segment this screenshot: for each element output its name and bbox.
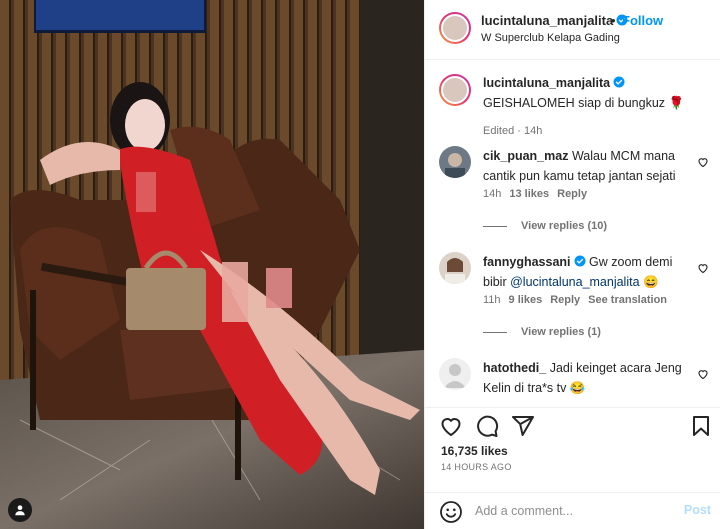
comment-emoji: 😄 bbox=[643, 275, 659, 289]
avatar[interactable] bbox=[439, 146, 471, 178]
verified-icon bbox=[613, 76, 625, 88]
caption-username[interactable]: lucintaluna_manjalita bbox=[483, 76, 610, 90]
like-comment-heart-icon[interactable] bbox=[697, 156, 709, 168]
follow-button[interactable]: Follow bbox=[622, 13, 663, 28]
post-actions: 16,735 likes 14 HOURS AGO bbox=[425, 407, 720, 492]
comments-list[interactable]: lucintaluna_manjalita GEISHALOMEH siap d… bbox=[425, 61, 720, 407]
post-timestamp: 14 HOURS AGO bbox=[441, 462, 512, 472]
post-author-username[interactable]: lucintaluna_manjalita bbox=[481, 13, 613, 28]
post-photo bbox=[0, 0, 424, 529]
comment-item: hatothedi_ Jadi keinget acara Jeng Kelin… bbox=[439, 358, 709, 402]
reply-button[interactable]: Reply bbox=[550, 294, 580, 306]
post-location[interactable]: W Superclub Kelapa Gading bbox=[481, 32, 620, 44]
comment-username[interactable]: fannyghassani bbox=[483, 255, 571, 269]
avatar[interactable] bbox=[439, 74, 471, 106]
tagged-user-icon[interactable] bbox=[8, 498, 32, 522]
likes-count[interactable]: 16,735 likes bbox=[441, 444, 508, 458]
comment-text: hatothedi_ Jadi keinget acara Jeng Kelin… bbox=[483, 358, 691, 398]
emoji-icon[interactable] bbox=[439, 500, 463, 524]
mention-link[interactable]: @lucintaluna_manjalita bbox=[510, 275, 639, 289]
post-author[interactable]: lucintaluna_manjalita bbox=[481, 13, 628, 28]
post-image bbox=[0, 0, 424, 529]
comment-username[interactable]: cik_puan_maz bbox=[483, 149, 568, 163]
comment-meta: 14h 13 likes Reply bbox=[483, 188, 595, 200]
see-translation-button[interactable]: See translation bbox=[588, 294, 667, 306]
view-replies-label[interactable]: View replies (1) bbox=[521, 326, 601, 338]
comment-username[interactable]: hatothedi_ bbox=[483, 361, 546, 375]
heart-icon[interactable] bbox=[439, 414, 463, 438]
like-comment-heart-icon[interactable] bbox=[697, 262, 709, 274]
avatar[interactable] bbox=[439, 358, 471, 390]
comment-time: 14h bbox=[483, 188, 502, 200]
like-comment-heart-icon[interactable] bbox=[697, 368, 709, 380]
comment-likes[interactable]: 9 likes bbox=[509, 294, 543, 306]
comment-item: fannyghassani Gw zoom demi bibir @lucint… bbox=[439, 252, 709, 342]
add-comment-bar: Post bbox=[425, 492, 720, 529]
bookmark-icon[interactable] bbox=[689, 414, 713, 438]
divider-line bbox=[483, 225, 507, 227]
comment-icon[interactable] bbox=[475, 414, 499, 438]
post-header: lucintaluna_manjalita • Follow W Supercl… bbox=[425, 0, 720, 60]
separator-dot: • bbox=[611, 13, 616, 28]
verified-icon bbox=[574, 255, 586, 267]
share-icon[interactable] bbox=[511, 414, 535, 438]
avatar[interactable] bbox=[439, 252, 471, 284]
view-replies-label[interactable]: View replies (10) bbox=[521, 220, 607, 232]
avatar[interactable] bbox=[439, 12, 471, 44]
view-replies-button[interactable]: View replies (10) bbox=[483, 220, 607, 232]
caption-text: GEISHALOMEH siap di bungkuz 🌹 bbox=[483, 96, 685, 110]
comment-item: cik_puan_maz Walau MCM mana cantik pun k… bbox=[439, 146, 709, 236]
divider-line bbox=[483, 331, 507, 333]
comment-likes[interactable]: 13 likes bbox=[509, 188, 549, 200]
comment-text: fannyghassani Gw zoom demi bibir @lucint… bbox=[483, 252, 691, 292]
comment-time: 11h bbox=[483, 294, 501, 306]
post-side-panel: lucintaluna_manjalita • Follow W Supercl… bbox=[424, 0, 720, 529]
post-comment-button[interactable]: Post bbox=[684, 503, 711, 517]
comment-text: cik_puan_maz Walau MCM mana cantik pun k… bbox=[483, 146, 691, 186]
view-replies-button[interactable]: View replies (1) bbox=[483, 326, 601, 338]
caption-text-block: lucintaluna_manjalita GEISHALOMEH siap d… bbox=[483, 73, 691, 113]
caption-meta: Edited · 14h bbox=[483, 125, 543, 137]
add-comment-input[interactable] bbox=[475, 501, 675, 521]
comment-meta: 11h 9 likes Reply See translation bbox=[483, 294, 675, 306]
caption: lucintaluna_manjalita GEISHALOMEH siap d… bbox=[439, 73, 709, 137]
reply-button[interactable]: Reply bbox=[557, 188, 587, 200]
